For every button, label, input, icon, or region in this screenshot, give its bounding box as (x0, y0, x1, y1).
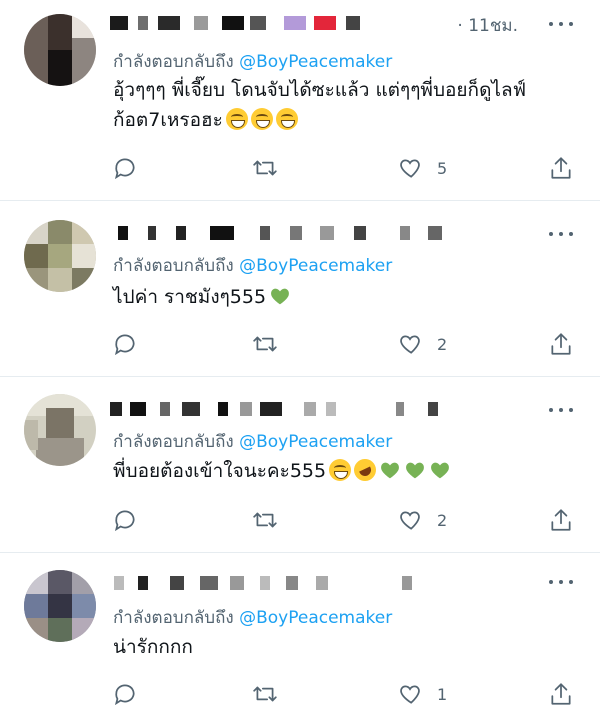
author-name-redacted[interactable] (110, 220, 450, 244)
replying-to-label: กำลังตอบกลับถึง (113, 52, 234, 72)
grinning-emoji-icon (329, 459, 352, 481)
share-icon (551, 509, 571, 531)
replying-to: กำลังตอบกลับถึง @BoyPeacemaker (113, 252, 392, 279)
retweet-icon (253, 686, 277, 702)
like-count: 2 (437, 510, 448, 530)
comment-icon (114, 334, 135, 356)
comment-icon (114, 158, 135, 180)
tweet-text-line: น่ารักกกก (113, 636, 193, 658)
like-button[interactable]: 1 (397, 680, 447, 708)
tweet-text-line-2: ก้อต7เหรอฮะ (113, 105, 526, 135)
green-heart-emoji-icon (269, 285, 291, 307)
reply-tweet[interactable]: กำลังตอบกลับถึง @BoyPeacemaker ไปค่า ราช… (0, 200, 600, 377)
retweet-button[interactable] (252, 506, 278, 534)
retweet-icon (253, 160, 277, 176)
reply-button[interactable] (112, 680, 138, 708)
tweet-text-line: ไปค่า ราชมังๆ555 (113, 282, 291, 312)
tweet-text: ไปค่า ราชมังๆ555 (113, 282, 291, 312)
heart-icon (400, 159, 420, 178)
tweet-text-line-end: ก้อต7เหรอฮะ (113, 109, 223, 131)
timestamp[interactable]: · 11ชม. (457, 12, 518, 39)
green-heart-emoji-icon (404, 459, 426, 481)
green-heart-emoji-icon (429, 459, 451, 481)
replying-to: กำลังตอบกลับถึง @BoyPeacemaker (113, 428, 392, 455)
tweet-actions: 5 (112, 154, 582, 182)
reply-button[interactable] (112, 506, 138, 534)
replying-to: กำลังตอบกลับถึง @BoyPeacemaker (113, 48, 392, 75)
retweet-button[interactable] (252, 330, 278, 358)
tweet-actions: 2 (112, 330, 582, 358)
tweet-actions: 1 (112, 680, 582, 708)
more-icon[interactable] (546, 228, 576, 238)
author-name-redacted[interactable] (110, 570, 430, 594)
tweet-text-line: อุ้วๆๆๆ พี่เจี๊ยบ โดนจับได้ซะแล้ว แต่ๆๆพ… (113, 79, 527, 101)
mention-link[interactable]: @BoyPeacemaker (239, 256, 392, 276)
tweet-text-content: พี่บอยต้องเข้าใจนะคะ555 (113, 460, 327, 482)
like-button[interactable]: 2 (397, 506, 447, 534)
retweet-icon (253, 512, 277, 528)
like-count: 5 (437, 158, 448, 178)
share-icon (551, 333, 571, 355)
like-button[interactable]: 5 (397, 154, 447, 182)
green-heart-emoji-icon (379, 459, 401, 481)
mention-link[interactable]: @BoyPeacemaker (239, 608, 392, 628)
like-count: 1 (437, 684, 448, 704)
heart-icon (400, 335, 420, 354)
avatar[interactable] (24, 394, 96, 466)
replying-to-label: กำลังตอบกลับถึง (113, 256, 234, 276)
reply-button[interactable] (112, 154, 138, 182)
grinning-emoji-icon (225, 108, 248, 130)
more-icon[interactable] (546, 576, 576, 586)
tweet-text: พี่บอยต้องเข้าใจนะคะ555 (113, 455, 451, 486)
tweet-text-content: ไปค่า ราชมังๆ555 (113, 286, 267, 308)
grinning-emoji-icon (275, 108, 298, 130)
grinning-emoji-icon (250, 108, 273, 130)
tweet-actions: 2 (112, 506, 582, 534)
author-name-redacted[interactable] (110, 10, 370, 34)
share-icon (551, 157, 571, 179)
reply-tweet[interactable]: กำลังตอบกลับถึง @BoyPeacemaker น่ารักกกก… (0, 552, 600, 728)
tweet-text-line: พี่บอยต้องเข้าใจนะคะ555 (113, 455, 451, 486)
like-button[interactable]: 2 (397, 330, 447, 358)
like-count: 2 (437, 334, 448, 354)
tweet-text: น่ารักกกก (113, 632, 193, 662)
heart-icon (400, 685, 420, 704)
author-name-redacted[interactable] (110, 396, 450, 420)
avatar[interactable] (24, 14, 96, 86)
replying-to-label: กำลังตอบกลับถึง (113, 608, 234, 628)
reply-tweet[interactable]: · 11ชม. กำลังตอบกลับถึง @BoyPeacemaker อ… (0, 0, 600, 201)
replying-to: กำลังตอบกลับถึง @BoyPeacemaker (113, 604, 392, 631)
retweet-button[interactable] (252, 680, 278, 708)
share-button[interactable] (548, 154, 574, 182)
reply-tweet[interactable]: กำลังตอบกลับถึง @BoyPeacemaker พี่บอยต้อ… (0, 376, 600, 553)
rofl-emoji-icon (350, 455, 380, 485)
tweet-text: อุ้วๆๆๆ พี่เจี๊ยบ โดนจับได้ซะแล้ว แต่ๆๆพ… (113, 75, 526, 135)
avatar[interactable] (24, 220, 96, 292)
retweet-button[interactable] (252, 154, 278, 182)
avatar[interactable] (24, 570, 96, 642)
share-button[interactable] (548, 680, 574, 708)
comment-icon (114, 684, 135, 706)
mention-link[interactable]: @BoyPeacemaker (239, 432, 392, 452)
heart-icon (400, 511, 420, 530)
share-button[interactable] (548, 506, 574, 534)
share-button[interactable] (548, 330, 574, 358)
reply-button[interactable] (112, 330, 138, 358)
more-icon[interactable] (546, 404, 576, 414)
retweet-icon (253, 336, 277, 352)
mention-link[interactable]: @BoyPeacemaker (239, 52, 392, 72)
share-icon (551, 683, 571, 705)
more-icon[interactable] (546, 18, 576, 28)
replying-to-label: กำลังตอบกลับถึง (113, 432, 234, 452)
comment-icon (114, 510, 135, 532)
